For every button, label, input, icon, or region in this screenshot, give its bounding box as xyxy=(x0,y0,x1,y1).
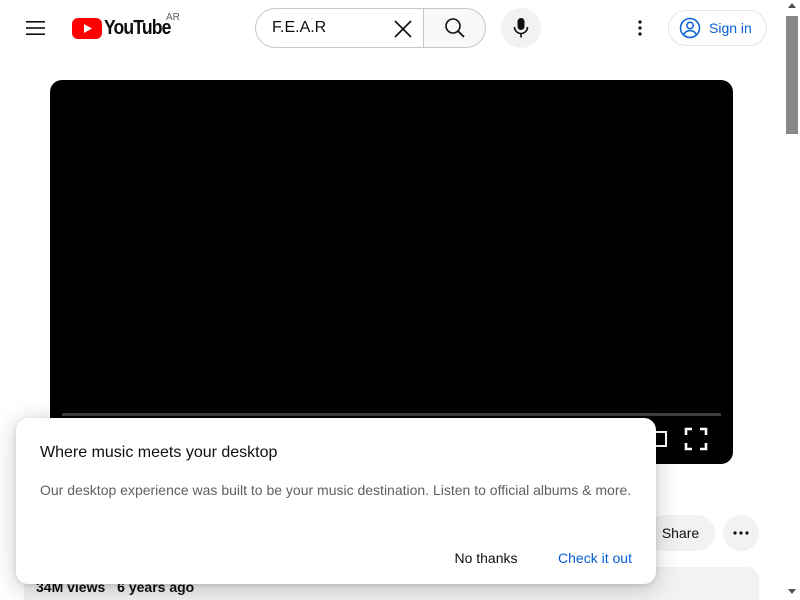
more-actions-button[interactable] xyxy=(723,515,759,551)
sign-in-label: Sign in xyxy=(709,20,752,36)
search-box xyxy=(255,8,423,48)
masthead: YouTube AR F.E.A.R Sign in xyxy=(0,0,784,56)
more-horiz-icon xyxy=(733,531,749,535)
no-thanks-button[interactable]: No thanks xyxy=(442,540,530,576)
region-code: AR xyxy=(166,12,180,23)
search-icon xyxy=(444,18,465,38)
youtube-play-icon xyxy=(72,17,102,39)
search-button[interactable] xyxy=(423,8,486,48)
sign-in-button[interactable]: Sign in xyxy=(668,10,767,46)
clear-search-button[interactable] xyxy=(387,13,419,45)
video-player[interactable] xyxy=(50,80,733,464)
guide-menu-button[interactable] xyxy=(16,8,56,48)
account-circle-icon xyxy=(679,17,701,39)
logo-wordmark: YouTube xyxy=(104,16,171,39)
scroll-up-arrow-icon[interactable] xyxy=(788,3,796,8)
search-input[interactable] xyxy=(272,19,382,37)
settings-more-button[interactable] xyxy=(620,8,660,48)
microphone-icon xyxy=(513,18,529,38)
page-scrollbar[interactable] xyxy=(784,0,800,600)
check-it-out-button[interactable]: Check it out xyxy=(548,540,642,576)
scroll-thumb[interactable] xyxy=(786,16,798,134)
check-it-out-label: Check it out xyxy=(558,550,632,566)
fullscreen-icon[interactable] xyxy=(684,427,708,451)
more-vert-icon xyxy=(638,20,642,36)
video-progress-bar[interactable] xyxy=(62,413,721,416)
music-promo-dialog: Where music meets your desktop Our deskt… xyxy=(16,418,656,584)
share-label: Share xyxy=(661,525,700,541)
youtube-logo[interactable]: YouTube xyxy=(72,16,180,40)
dialog-title: Where music meets your desktop xyxy=(40,444,278,461)
close-icon xyxy=(394,20,412,38)
share-button[interactable]: Share xyxy=(646,515,715,551)
dialog-body: Our desktop experience was built to be y… xyxy=(40,482,632,498)
hamburger-menu-icon xyxy=(26,21,45,35)
scroll-down-arrow-icon[interactable] xyxy=(788,589,796,594)
no-thanks-label: No thanks xyxy=(454,550,518,566)
voice-search-button[interactable] xyxy=(501,8,541,48)
